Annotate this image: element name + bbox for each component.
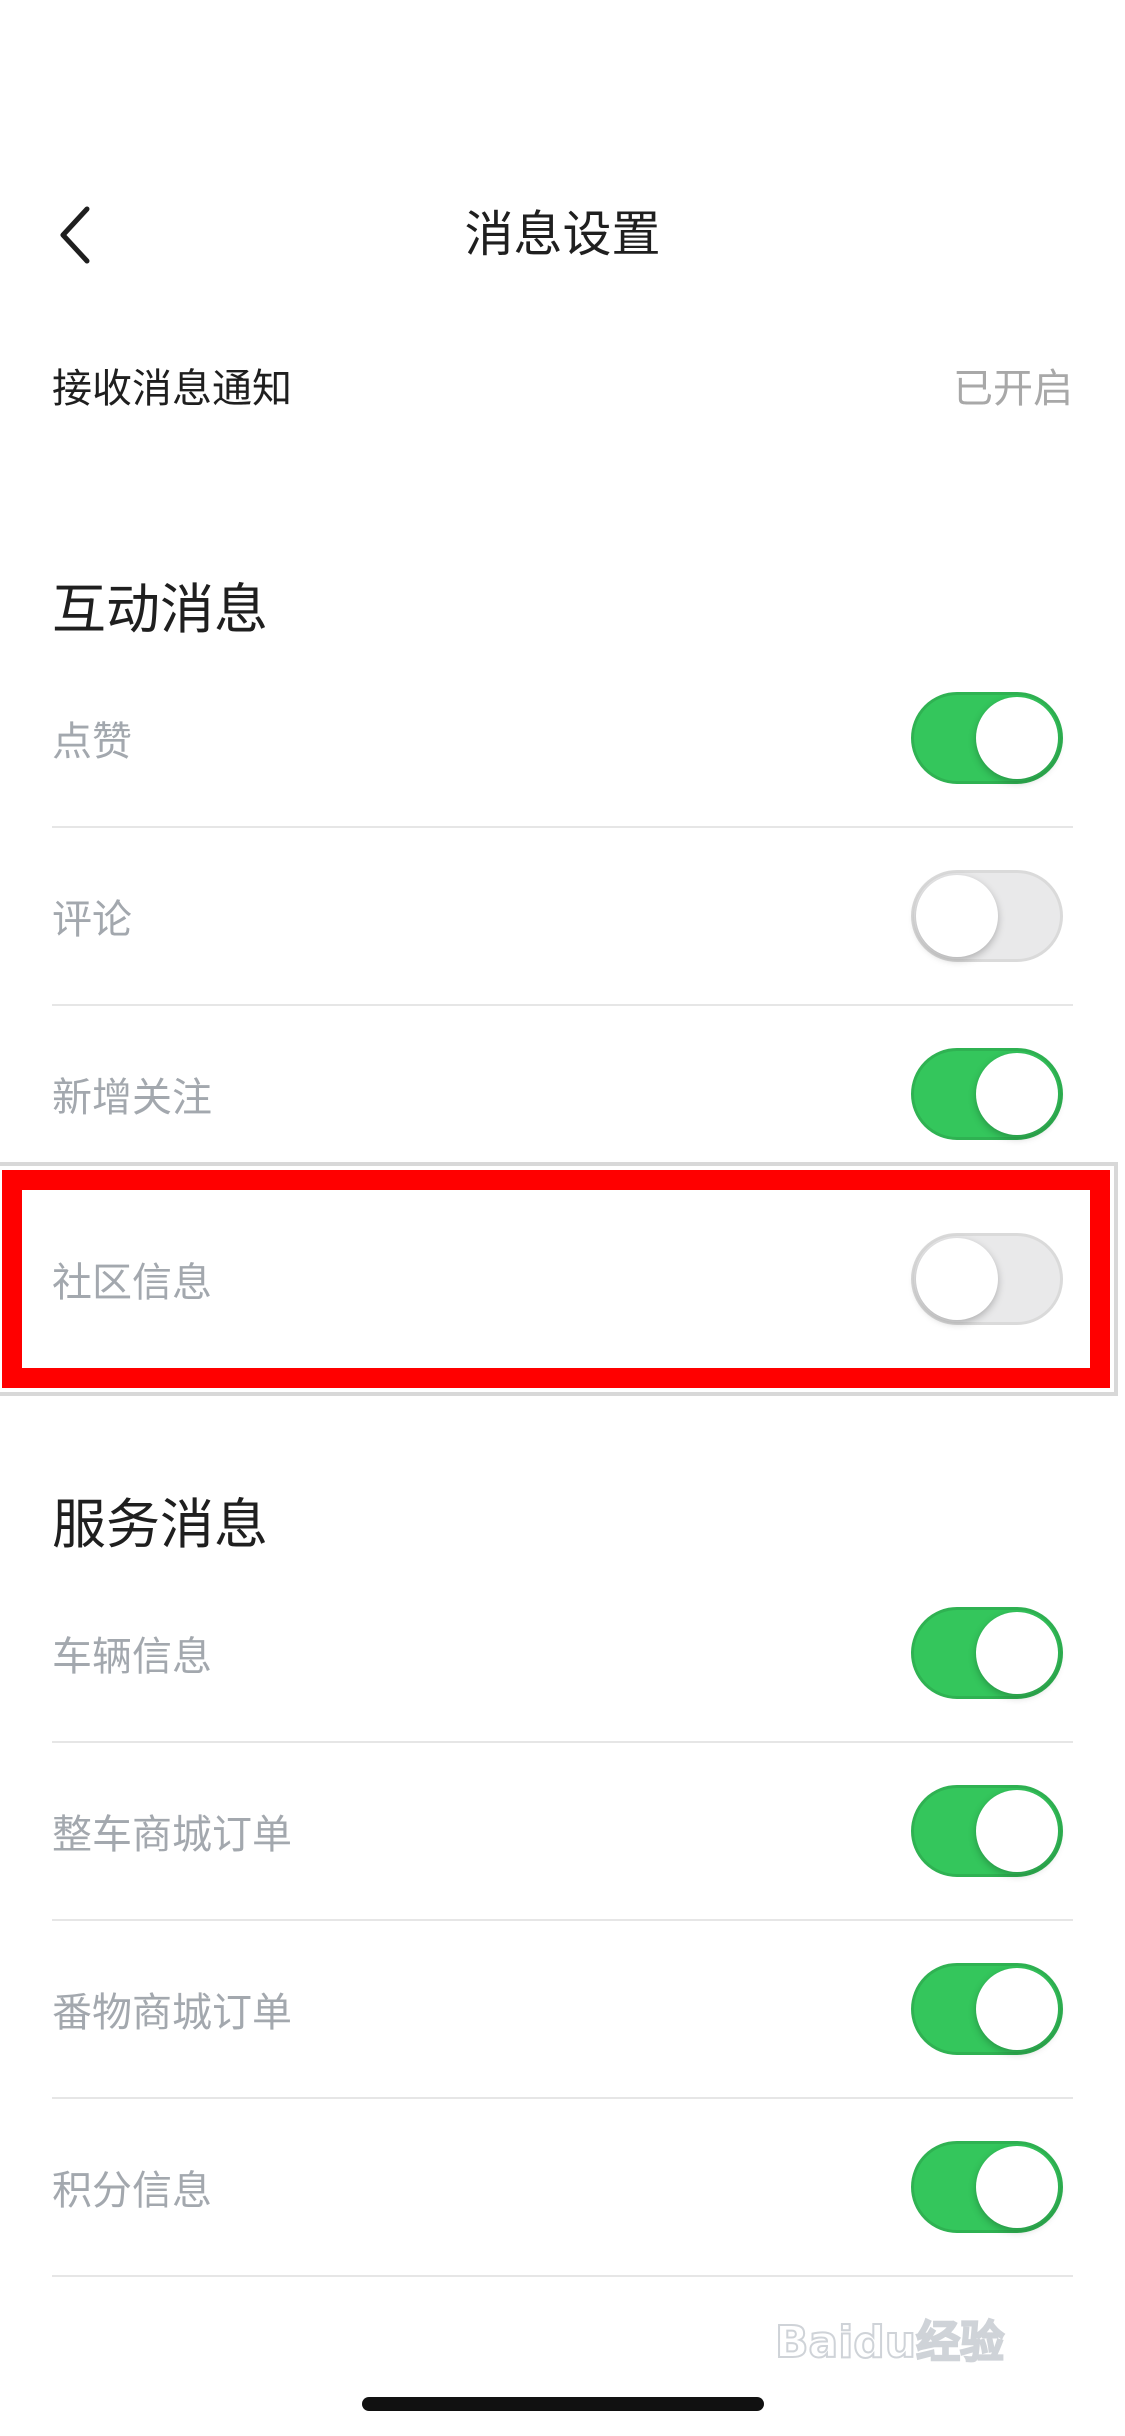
- setting-label: 番物商城订单: [52, 1990, 292, 2036]
- vehicle-store-orders-toggle[interactable]: [911, 1785, 1063, 1877]
- toggle-knob: [976, 2146, 1058, 2228]
- baidu-watermark: Baidu经验: [775, 2305, 1065, 2375]
- setting-row-vehicle-info: 车辆信息: [52, 1565, 1073, 1743]
- community-info-toggle[interactable]: [911, 1233, 1063, 1325]
- setting-label: 社区信息: [52, 1260, 212, 1306]
- toggle-knob: [916, 875, 998, 957]
- message-settings-screen: 消息设置 接收消息通知 已开启 互动消息 点赞 评论 新增关注 社区信息 服务消…: [0, 0, 1125, 2436]
- section-title-interaction: 互动消息: [52, 578, 268, 641]
- section-title-service: 服务消息: [52, 1493, 268, 1556]
- likes-toggle[interactable]: [911, 692, 1063, 784]
- new-follows-toggle[interactable]: [911, 1048, 1063, 1140]
- points-info-toggle[interactable]: [911, 2141, 1063, 2233]
- setting-row-comments: 评论: [52, 828, 1073, 1006]
- setting-label: 车辆信息: [52, 1634, 212, 1680]
- page-title: 消息设置: [464, 206, 661, 263]
- goods-store-orders-toggle[interactable]: [911, 1963, 1063, 2055]
- comments-toggle[interactable]: [911, 870, 1063, 962]
- back-button[interactable]: [40, 195, 110, 275]
- toggle-knob: [916, 1238, 998, 1320]
- receive-notifications-row[interactable]: 接收消息通知 已开启: [52, 330, 1073, 440]
- toggle-knob: [976, 1968, 1058, 2050]
- setting-row-vehicle-store-orders: 整车商城订单: [52, 1743, 1073, 1921]
- toggle-knob: [976, 1053, 1058, 1135]
- setting-row-points-info: 积分信息: [52, 2099, 1073, 2277]
- setting-label: 评论: [52, 897, 132, 943]
- setting-row-goods-store-orders: 番物商城订单: [52, 1921, 1073, 2099]
- setting-label: 点赞: [52, 719, 132, 765]
- receive-notifications-label: 接收消息通知: [52, 366, 292, 412]
- setting-label: 整车商城订单: [52, 1812, 292, 1858]
- setting-row-community-info: 社区信息: [52, 1190, 1073, 1368]
- setting-label: 积分信息: [52, 2168, 212, 2214]
- setting-row-new-follows: 新增关注: [52, 1006, 1073, 1184]
- nav-bar: 消息设置: [0, 175, 1125, 295]
- home-indicator[interactable]: [362, 2397, 764, 2411]
- toggle-knob: [976, 1790, 1058, 1872]
- vehicle-info-toggle[interactable]: [911, 1607, 1063, 1699]
- setting-label: 新增关注: [52, 1075, 212, 1121]
- receive-notifications-status: 已开启: [953, 366, 1073, 412]
- svg-text:Baidu经验: Baidu经验: [775, 2317, 1004, 2368]
- baidu-logo-watermark: Baidu经验: [775, 2316, 1005, 2369]
- setting-row-likes: 点赞: [52, 650, 1073, 828]
- chevron-left-icon: [60, 206, 90, 264]
- toggle-knob: [976, 697, 1058, 779]
- toggle-knob: [976, 1612, 1058, 1694]
